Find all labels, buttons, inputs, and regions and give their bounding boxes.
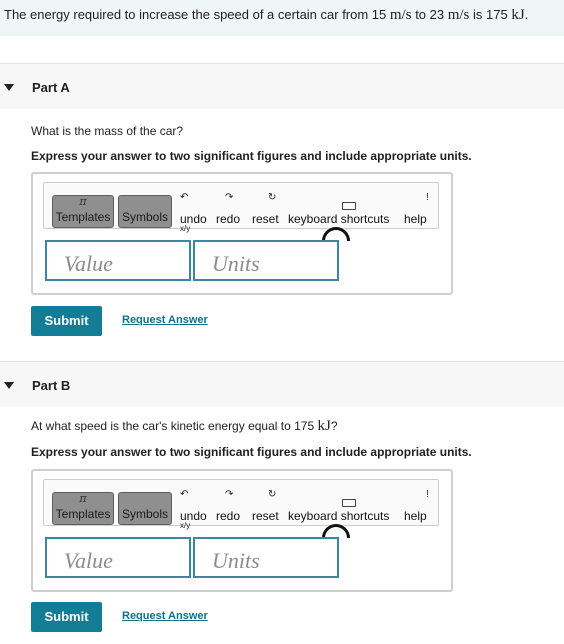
templates-button[interactable]: π Templates (52, 492, 114, 525)
help-label: help (404, 509, 427, 523)
problem-text-1: The energy required to increase the spee… (4, 7, 390, 22)
reset-button[interactable]: ↻ reset (252, 183, 286, 227)
keyboard-icon (342, 499, 356, 507)
part-b-title: Part B (32, 378, 71, 393)
shortcut-arc-icon (322, 524, 350, 538)
question-text: At what speed is the car's kinetic energ… (31, 419, 318, 433)
undo-icon: ↶ (180, 489, 189, 500)
reset-label: reset (252, 212, 279, 226)
question-unit: kJ (317, 418, 331, 434)
redo-label: redo (216, 509, 241, 523)
shortcut-arc-icon (322, 227, 350, 241)
request-answer-link[interactable]: Request Answer (122, 610, 208, 622)
value-input[interactable] (45, 240, 191, 281)
reset-button[interactable]: ↻ reset (252, 480, 286, 524)
part-b-question: At what speed is the car's kinetic energ… (31, 418, 338, 435)
reset-icon: ↻ (268, 489, 277, 500)
part-a-question: What is the mass of the car? (31, 123, 183, 140)
value-input[interactable] (45, 537, 191, 578)
units-input[interactable] (193, 240, 339, 281)
collapse-triangle-icon[interactable] (4, 382, 14, 389)
problem-statement: The energy required to increase the spee… (0, 0, 564, 36)
redo-button[interactable]: ↷ redo (216, 183, 248, 227)
request-answer-link[interactable]: Request Answer (122, 314, 208, 326)
templates-icon: π (79, 195, 87, 208)
problem-unit-1: m/s (389, 7, 412, 23)
undo-button[interactable]: ↶ x/y undo (180, 183, 212, 233)
help-button[interactable]: ! help (404, 480, 434, 524)
keyboard-shortcuts-button[interactable]: keyboard shortcuts (288, 183, 400, 241)
keyboard-shortcuts-label: keyboard shortcuts (288, 212, 390, 226)
part-a-answer-box: π Templates Symbols ↶ x/y undo ↷ redo ↻ … (31, 172, 453, 295)
reset-icon: ↻ (268, 192, 277, 203)
redo-label: redo (216, 212, 241, 226)
keyboard-shortcuts-button[interactable]: keyboard shortcuts (288, 480, 400, 538)
problem-text-3: is 175 (469, 7, 512, 22)
part-b-answer-box: π Templates Symbols ↶ x/y undo ↷ redo ↻ … (31, 469, 453, 592)
submit-button[interactable]: Submit (31, 602, 102, 632)
reset-label: reset (252, 509, 279, 523)
math-toolbar: π Templates Symbols ↶ x/y undo ↷ redo ↻ … (43, 479, 439, 538)
keyboard-shortcuts-label: keyboard shortcuts (288, 509, 390, 523)
undo-button[interactable]: ↶ x/y undo (180, 480, 212, 530)
math-toolbar: π Templates Symbols ↶ x/y undo ↷ redo ↻ … (43, 182, 439, 241)
symbols-button[interactable]: Symbols (118, 195, 172, 228)
symbols-label: Symbols (121, 507, 168, 521)
problem-unit-3: kJ (511, 7, 525, 23)
units-input[interactable] (193, 537, 339, 578)
problem-text-4: . (524, 7, 529, 22)
help-icon: ! (426, 192, 429, 203)
redo-icon: ↷ (225, 192, 234, 203)
undo-icon: ↶ (180, 192, 189, 203)
redo-button[interactable]: ↷ redo (216, 480, 248, 524)
templates-icon: π (79, 492, 87, 505)
undo-label: undo (180, 509, 207, 523)
question-text: What is the mass of the car? (31, 124, 184, 138)
submit-button[interactable]: Submit (31, 306, 102, 336)
symbols-button[interactable]: Symbols (118, 492, 172, 525)
undo-label: undo (180, 212, 207, 226)
part-a-header[interactable]: Part A (0, 63, 564, 109)
templates-label: Templates (55, 210, 111, 224)
part-b-instruction: Express your answer to two significant f… (31, 445, 472, 459)
part-a-instruction: Express your answer to two significant f… (31, 149, 472, 163)
part-b-header[interactable]: Part B (0, 361, 564, 407)
collapse-triangle-icon[interactable] (4, 84, 14, 91)
problem-unit-2: m/s (447, 7, 470, 23)
part-a-title: Part A (32, 80, 70, 95)
help-button[interactable]: ! help (404, 183, 434, 227)
question-text-end: ? (330, 419, 338, 433)
keyboard-icon (342, 202, 356, 210)
templates-label: Templates (55, 507, 111, 521)
problem-text-2: to 23 (411, 7, 448, 22)
help-icon: ! (426, 489, 429, 500)
templates-button[interactable]: π Templates (52, 195, 114, 228)
help-label: help (404, 212, 427, 226)
symbols-label: Symbols (121, 210, 168, 224)
redo-icon: ↷ (225, 489, 234, 500)
